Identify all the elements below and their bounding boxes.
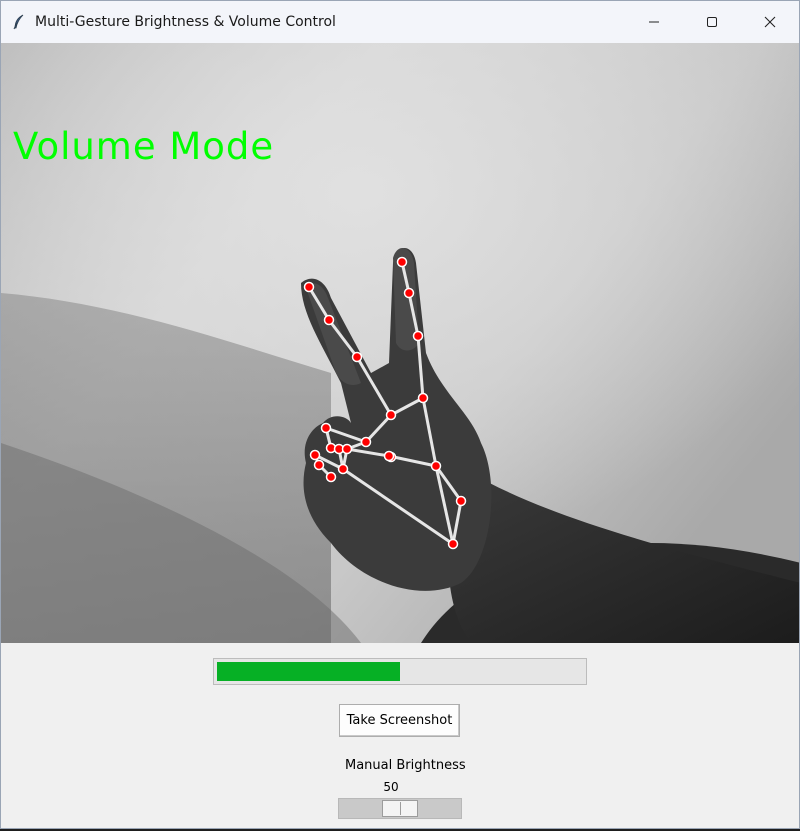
hand-landmark-point [351,351,363,363]
close-icon [764,16,776,28]
maximize-icon [707,17,717,27]
brightness-slider[interactable] [338,798,462,819]
hand-landmark-point [417,392,429,404]
hand-landmark-point [325,471,337,483]
hand-landmark-point [341,443,353,455]
window-controls [625,1,799,43]
volume-progress-bar [213,658,587,685]
hand-landmark-point [309,449,321,461]
take-screenshot-button[interactable]: Take Screenshot [339,704,460,737]
brightness-scale-value: 50 [383,780,399,794]
minimize-icon [649,21,659,23]
hand-landmark-point [383,450,395,462]
brightness-scale-label: Manual Brightness [345,758,465,773]
hand-landmark-point [403,287,415,299]
camera-feed: Volume Mode [1,43,799,643]
hand-landmark-point [323,314,335,326]
brightness-slider-thumb[interactable] [382,800,418,817]
hand-landmark-point [430,460,442,472]
hand-landmark-point [385,409,397,421]
hand-landmark-point [320,422,332,434]
hand-landmark-point [313,459,325,471]
hand-landmark-point [303,281,315,293]
minimize-button[interactable] [625,1,683,43]
close-button[interactable] [741,1,799,43]
maximize-button[interactable] [683,1,741,43]
mode-label: Volume Mode [13,125,275,168]
hand-landmark-point [396,256,408,268]
hand-landmark-point [360,436,372,448]
hand-landmark-point [337,463,349,475]
title-bar[interactable]: Multi-Gesture Brightness & Volume Contro… [1,1,799,43]
feather-icon [11,14,27,30]
hand-landmark-point [412,330,424,342]
hand-landmark-point [447,538,459,550]
window-title: Multi-Gesture Brightness & Volume Contro… [35,14,336,30]
volume-progress-fill [217,662,400,681]
app-window: Multi-Gesture Brightness & Volume Contro… [0,0,800,829]
hand-landmark-point [455,495,467,507]
